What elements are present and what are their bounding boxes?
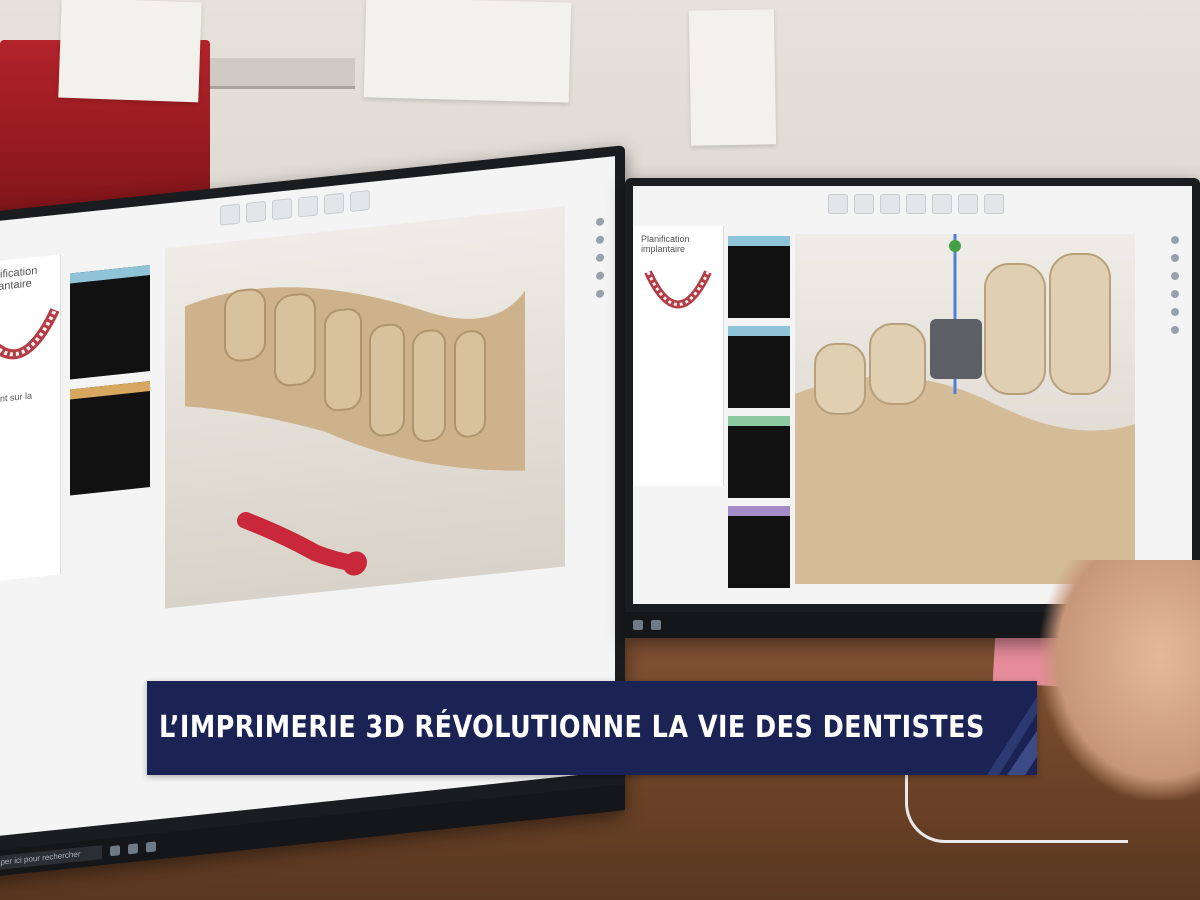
rail-button[interactable] — [1171, 236, 1179, 244]
rail-button[interactable] — [596, 271, 604, 281]
rail-button[interactable] — [596, 217, 604, 227]
tool-button[interactable] — [828, 194, 848, 214]
pinned-paper — [58, 0, 202, 103]
tool-button[interactable] — [932, 194, 952, 214]
jaw-icon — [644, 270, 712, 309]
news-lower-third: L’IMPRIMERIE 3D RÉVOLUTIONNE LA VIE DES … — [147, 681, 1037, 775]
panel-subtitle: Implant sur la dent — [0, 390, 33, 407]
right-screen: Planification implantaire — [633, 186, 1192, 604]
rail-button[interactable] — [1171, 326, 1179, 334]
headline-text: L’IMPRIMERIE 3D RÉVOLUTIONNE LA VIE DES … — [159, 710, 985, 745]
tool-button[interactable] — [958, 194, 978, 214]
tool-button[interactable] — [984, 194, 1004, 214]
tool-button[interactable] — [880, 194, 900, 214]
view-toolbar — [220, 189, 370, 228]
teeth-3d-model — [795, 234, 1135, 584]
tool-rail — [1162, 236, 1188, 334]
rail-button[interactable] — [596, 253, 604, 263]
app-icon[interactable] — [633, 620, 643, 630]
rail-button[interactable] — [1171, 272, 1179, 280]
3d-viewport[interactable] — [795, 234, 1135, 584]
rail-button[interactable] — [1171, 290, 1179, 298]
tool-button[interactable] — [854, 194, 874, 214]
planning-panel: Planification implantaire Implant sur la… — [0, 254, 61, 584]
ct-slice-thumbnail[interactable] — [728, 236, 790, 318]
slice-thumbnails — [728, 236, 790, 588]
presenter-hand — [1040, 560, 1200, 800]
app-icon[interactable] — [146, 841, 156, 853]
tool-button[interactable] — [298, 195, 318, 218]
ct-slice-thumbnail[interactable] — [70, 381, 150, 496]
view-toolbar — [828, 194, 1004, 216]
app-icon[interactable] — [128, 843, 138, 855]
ct-slice-thumbnail[interactable] — [70, 265, 150, 380]
jaw-3d-model — [185, 287, 525, 576]
slice-thumbnails — [70, 265, 150, 496]
ct-slice-thumbnail[interactable] — [728, 416, 790, 498]
3d-viewport[interactable] — [165, 206, 565, 609]
tool-button[interactable] — [906, 194, 926, 214]
jaw-icon — [0, 308, 60, 360]
pinned-paper — [688, 9, 777, 146]
tool-button[interactable] — [350, 189, 370, 213]
rail-button[interactable] — [1171, 308, 1179, 316]
rail-button[interactable] — [596, 289, 604, 299]
app-icon[interactable] — [651, 620, 661, 630]
planning-panel: Planification implantaire — [633, 226, 724, 486]
nerve-canal-path — [237, 512, 363, 572]
ct-slice-thumbnail[interactable] — [728, 326, 790, 408]
wall-shelf — [190, 58, 355, 89]
implant-sleeve — [930, 319, 982, 379]
rail-button[interactable] — [1171, 254, 1179, 262]
rail-button[interactable] — [596, 235, 604, 245]
tool-button[interactable] — [246, 200, 266, 223]
ct-slice-thumbnail[interactable] — [728, 506, 790, 588]
photo-scene: Planification implantaire Implant sur la… — [0, 0, 1200, 900]
tool-button[interactable] — [272, 198, 292, 221]
banner-stripe-decoration — [987, 696, 1037, 775]
pinned-paper — [363, 0, 572, 103]
tool-button[interactable] — [220, 203, 240, 226]
panel-title: Planification implantaire — [641, 234, 690, 254]
app-icon[interactable] — [110, 845, 120, 857]
tool-rail — [587, 216, 613, 299]
tool-button[interactable] — [324, 192, 344, 215]
